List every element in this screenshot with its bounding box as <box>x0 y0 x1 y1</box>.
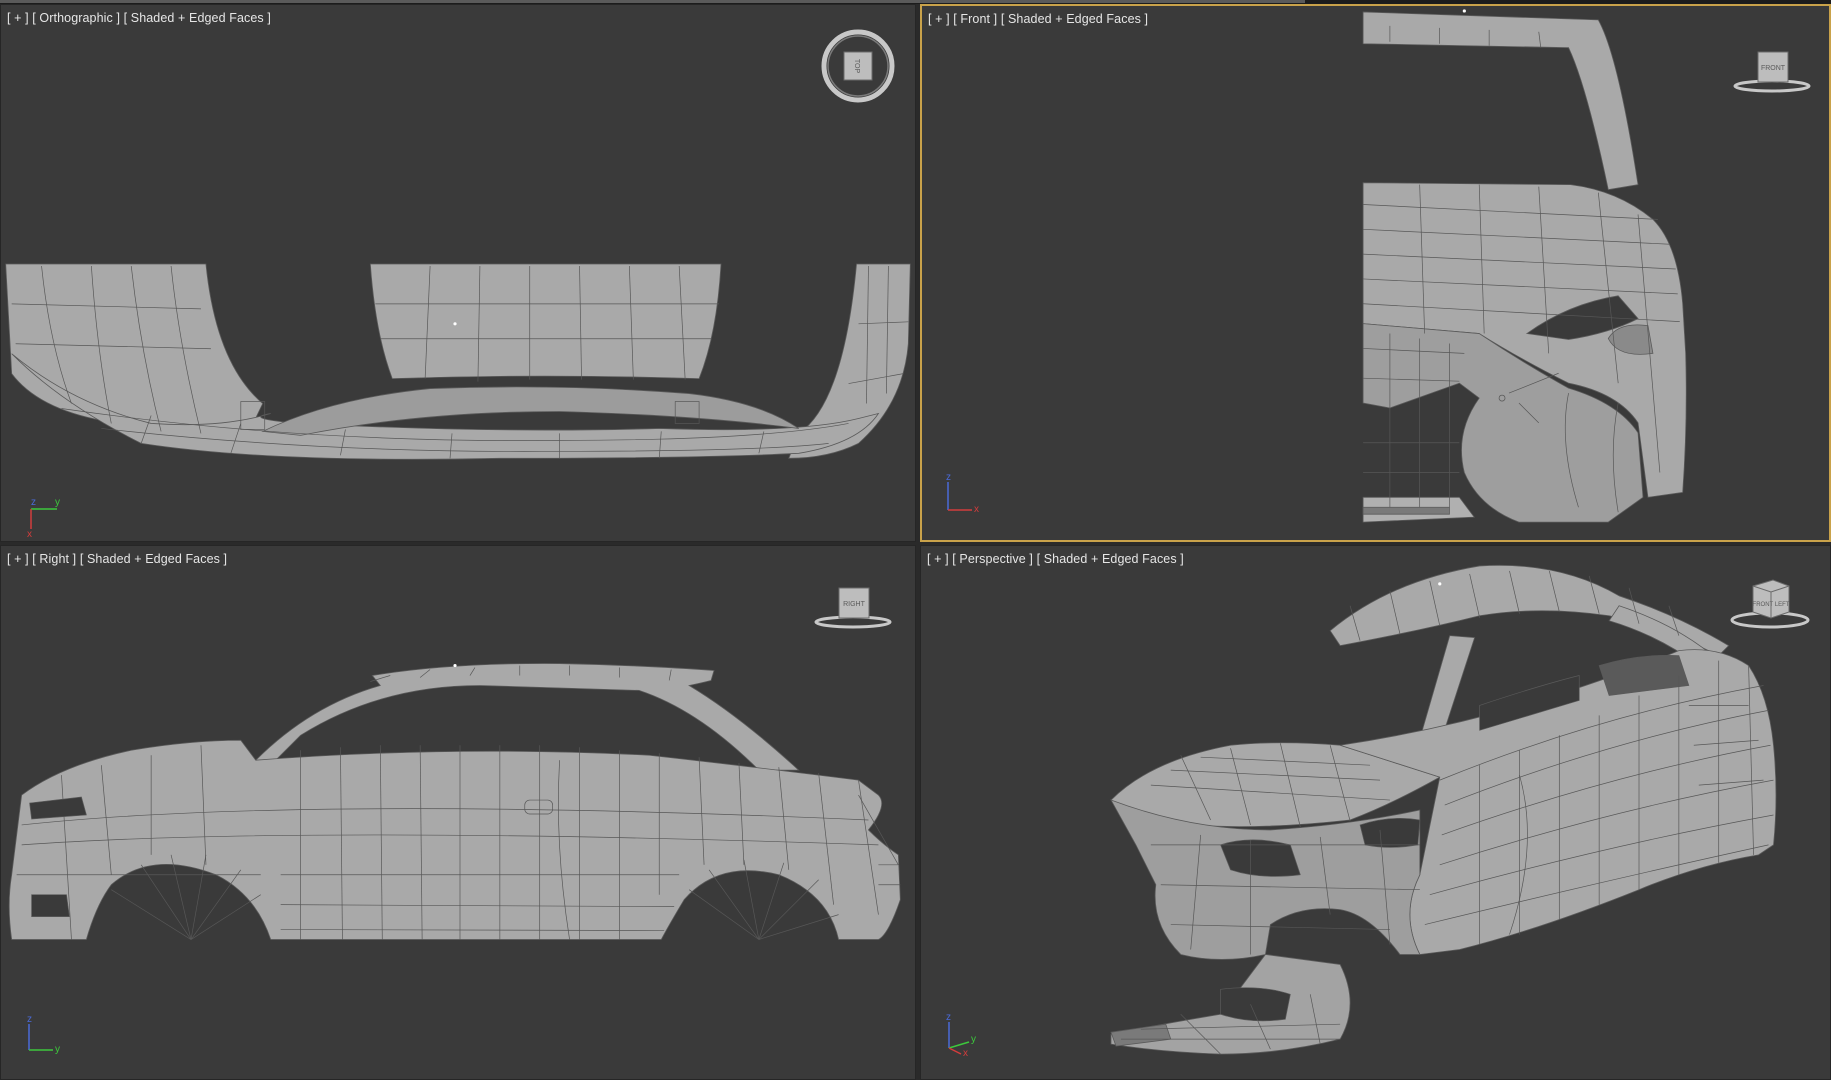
viewport-shading-menu[interactable]: [ Shaded + Edged Faces ] <box>124 11 271 25</box>
viewport-plus-menu[interactable]: [ + ] <box>927 552 949 566</box>
viewport-point-of-view-menu[interactable]: [ Orthographic ] <box>32 11 120 25</box>
axis-x-label: x <box>974 504 979 515</box>
viewcube-face-label: TOP <box>853 59 860 74</box>
mesh-top-view <box>5 263 911 460</box>
axis-tripod: z y x <box>25 495 69 541</box>
viewport-shading-menu[interactable]: [ Shaded + Edged Faces ] <box>1037 552 1184 566</box>
viewport-point-of-view-menu[interactable]: [ Right ] <box>32 552 76 566</box>
viewport-shading-menu[interactable]: [ Shaded + Edged Faces ] <box>1001 12 1148 26</box>
axis-tripod: z y x <box>941 1012 985 1061</box>
axis-z-label: z <box>31 497 36 508</box>
viewcube[interactable]: RIGHT <box>813 582 893 637</box>
viewport-plus-menu[interactable]: [ + ] <box>928 12 950 26</box>
viewcube-face-label: FRONT LEFT <box>1753 602 1790 608</box>
viewport-point-of-view-menu[interactable]: [ Perspective ] <box>952 552 1033 566</box>
viewport-front[interactable]: [ + ] [ Front ] [ Shaded + Edged Faces ] <box>920 4 1831 542</box>
viewport-shading-menu[interactable]: [ Shaded + Edged Faces ] <box>80 552 227 566</box>
viewport-right[interactable]: [ + ] [ Right ] [ Shaded + Edged Faces ] <box>0 545 916 1080</box>
viewcube[interactable]: FRONT <box>1732 46 1812 101</box>
axis-z-label: z <box>946 1012 951 1023</box>
axis-y-label: y <box>971 1034 976 1045</box>
axis-x-label: x <box>27 529 32 539</box>
axis-x-label: x <box>963 1048 968 1056</box>
viewcube[interactable]: FRONT LEFT <box>1727 574 1813 639</box>
viewport-plus-menu[interactable]: [ + ] <box>7 552 29 566</box>
viewport-plus-menu[interactable]: [ + ] <box>7 11 29 25</box>
axis-y-label: y <box>55 1044 60 1055</box>
viewport-label: [ + ] [ Perspective ] [ Shaded + Edged F… <box>927 552 1184 566</box>
time-slider-highlight <box>0 0 1305 3</box>
max-viewport-layout: [ + ] [ Orthographic ] [ Shaded + Edged … <box>0 0 1831 1080</box>
viewcube[interactable]: TOP <box>819 27 897 110</box>
axis-tripod: z x <box>942 472 986 521</box>
viewport-perspective[interactable]: [ + ] [ Perspective ] [ Shaded + Edged F… <box>920 545 1831 1080</box>
viewport-label: [ + ] [ Orthographic ] [ Shaded + Edged … <box>7 11 271 25</box>
axis-z-label: z <box>946 472 951 483</box>
axis-y-label: y <box>55 497 60 508</box>
viewcube-face-label: FRONT <box>1761 65 1786 72</box>
viewport-label: [ + ] [ Front ] [ Shaded + Edged Faces ] <box>928 12 1148 26</box>
viewport-point-of-view-menu[interactable]: [ Front ] <box>953 12 997 26</box>
mesh-perspective-view <box>1110 564 1777 1055</box>
viewport-top[interactable]: [ + ] [ Orthographic ] [ Shaded + Edged … <box>0 4 916 542</box>
viewcube-face-label: RIGHT <box>843 601 866 608</box>
axis-z-label: z <box>27 1014 32 1025</box>
viewport-label: [ + ] [ Right ] [ Shaded + Edged Faces ] <box>7 552 227 566</box>
mesh-front-view <box>1362 9 1687 523</box>
mesh-right-view <box>8 663 901 940</box>
axis-tripod: z y <box>23 1012 67 1061</box>
